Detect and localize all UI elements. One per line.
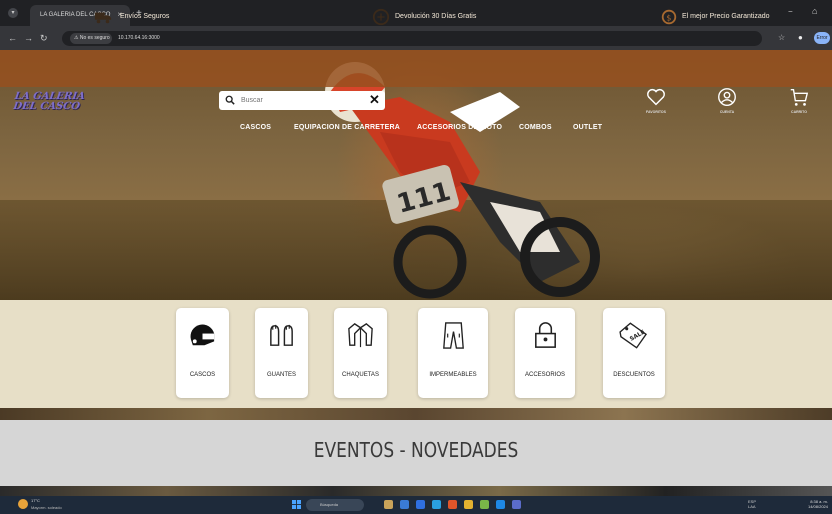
category-card-chaquetas[interactable]: CHAQUETAS xyxy=(334,308,387,398)
svg-text:SALE: SALE xyxy=(629,329,646,342)
category-card-descuentos[interactable]: SALE DESCUENTOS xyxy=(603,308,665,398)
vscode-icon[interactable] xyxy=(496,500,505,509)
category-card-guantes[interactable]: GUANTES xyxy=(255,308,308,398)
events-title: EVENTOS - NOVEDADES xyxy=(313,438,519,462)
helmet-icon xyxy=(190,324,215,346)
system-tray[interactable]: ESP LAA xyxy=(748,499,756,509)
weather-icon[interactable] xyxy=(18,499,28,509)
weather-temperature: 17°C xyxy=(31,498,40,503)
gloves-icon xyxy=(270,324,293,346)
category-label: DESCUENTOS xyxy=(613,372,655,378)
nav-outlet[interactable]: OUTLET xyxy=(573,124,602,131)
rain-pants-icon xyxy=(443,322,464,349)
back-icon[interactable]: ← xyxy=(8,33,17,43)
categories-band xyxy=(0,300,832,408)
lock-icon xyxy=(535,322,556,348)
nav-accesorios[interactable]: ACCESORIOS DE MOTO xyxy=(417,124,502,131)
favorites-label: FAVORITOS xyxy=(646,110,666,114)
taskbar-clock[interactable]: 8:38 a. m. 14/08/2024 xyxy=(792,499,828,509)
search-input[interactable] xyxy=(241,95,361,106)
cart-label: CARRITO xyxy=(791,110,807,114)
category-card-cascos[interactable]: CASCOS xyxy=(176,308,229,398)
windows-start-icon[interactable] xyxy=(292,500,301,509)
url-text[interactable]: 10.170.64.16:3000 xyxy=(118,35,160,41)
cart-icon[interactable] xyxy=(788,86,810,108)
task-view-icon[interactable] xyxy=(384,500,393,509)
app-icon[interactable] xyxy=(480,500,489,509)
return-icon xyxy=(372,8,390,26)
browser-tab[interactable]: LA GALERIA DEL CASCO × xyxy=(30,5,130,26)
forward-icon[interactable]: → xyxy=(24,33,33,43)
account-label: CUENTA xyxy=(719,110,735,114)
tray-language-2: LAA xyxy=(748,504,756,509)
profile-icon[interactable]: ● xyxy=(798,33,803,42)
promo-bar xyxy=(0,50,832,87)
category-label: ACCESORIOS xyxy=(524,372,565,378)
search-icon xyxy=(225,95,235,105)
price-tag-icon: $ xyxy=(661,9,677,25)
decorative-strip xyxy=(0,408,832,420)
site-logo[interactable]: LA GALERIA DEL CASCO xyxy=(12,91,86,112)
events-image-strip xyxy=(0,486,832,496)
edge-icon[interactable] xyxy=(432,500,441,509)
nav-equipacion[interactable]: EQUIPACION DE CARRETERA xyxy=(294,124,400,131)
category-label: CASCOS xyxy=(189,372,216,378)
logo-line-2: DEL CASCO xyxy=(12,101,81,112)
hero-banner: 111 xyxy=(0,50,832,300)
svg-text:$: $ xyxy=(666,13,671,23)
reload-icon[interactable]: ↻ xyxy=(40,33,48,44)
category-label: IMPERMEABLES xyxy=(429,372,477,378)
sale-tag-icon: SALE xyxy=(619,322,648,349)
truck-icon xyxy=(94,12,112,24)
office-icon[interactable] xyxy=(448,500,457,509)
jacket-icon xyxy=(348,323,373,348)
clear-search-icon[interactable]: ✕ xyxy=(369,92,380,108)
file-explorer-icon[interactable] xyxy=(400,500,409,509)
category-card-accesorios[interactable]: ACCESORIOS xyxy=(515,308,575,398)
search-box[interactable]: ✕ xyxy=(219,91,385,110)
chrome-icon[interactable] xyxy=(464,500,473,509)
teams-icon[interactable] xyxy=(512,500,521,509)
category-label: GUANTES xyxy=(266,372,296,378)
category-label: CHAQUETAS xyxy=(342,372,379,378)
profile-error-button[interactable]: Error xyxy=(814,32,830,44)
nav-combos[interactable]: COMBOS xyxy=(519,124,552,131)
motocross-rider-image: 111 xyxy=(325,62,600,299)
store-icon[interactable] xyxy=(416,500,425,509)
promo-shipping: Envíos Seguros xyxy=(120,13,170,20)
weather-description: Mayorm. soleado xyxy=(31,505,62,510)
restore-icon[interactable]: ⌂ xyxy=(812,6,817,16)
taskbar-search[interactable]: Búsqueda xyxy=(306,499,364,511)
minimize-icon[interactable]: − xyxy=(788,7,793,16)
clock-date: 14/08/2024 xyxy=(807,504,828,509)
bookmark-star-icon[interactable]: ☆ xyxy=(778,33,785,42)
promo-returns: Devolución 30 Días Gratis xyxy=(395,13,477,20)
tab-search-icon[interactable]: ▾ xyxy=(8,8,18,18)
security-chip[interactable]: ⚠ No es seguro xyxy=(70,33,112,44)
promo-price: El mejor Precio Garantizado xyxy=(682,13,770,20)
category-card-impermeables[interactable]: IMPERMEABLES xyxy=(418,308,488,398)
account-icon[interactable] xyxy=(716,86,738,108)
favorites-icon[interactable] xyxy=(645,86,667,108)
browser-toolbar: ← → ↻ ⚠ No es seguro 10.170.64.16:3000 ☆… xyxy=(0,26,832,50)
nav-cascos[interactable]: CASCOS xyxy=(240,124,271,131)
address-bar[interactable] xyxy=(62,31,762,46)
